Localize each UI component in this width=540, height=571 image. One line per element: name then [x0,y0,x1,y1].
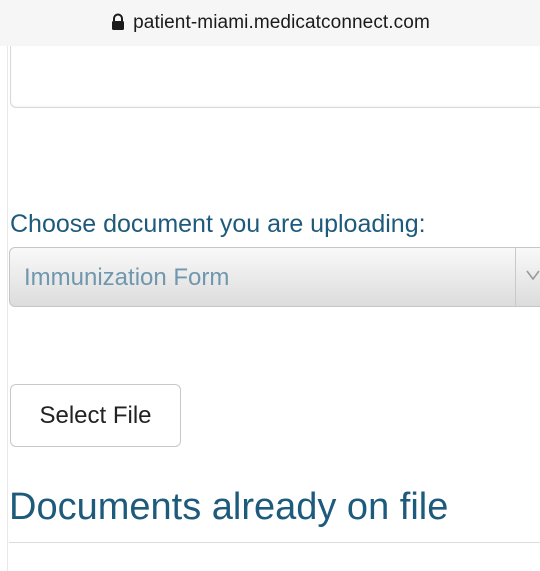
document-type-select[interactable]: Immunization Form [9,247,540,307]
select-arrow-area[interactable] [515,248,540,306]
document-type-label: Choose document you are uploading: [10,210,426,238]
section-divider [9,542,540,543]
lock-icon [112,13,125,30]
text-field[interactable] [10,46,540,108]
url-bar[interactable]: patient-miami.medicatconnect.com [0,0,540,46]
url-text: patient-miami.medicatconnect.com [133,12,430,33]
document-type-selected-value: Immunization Form [24,264,230,291]
content-left-border [7,46,8,571]
page: patient-miami.medicatconnect.com Choose … [0,0,540,571]
select-file-button[interactable]: Select File [10,384,181,447]
documents-on-file-heading: Documents already on file [9,486,449,528]
chevron-down-icon [526,270,540,281]
